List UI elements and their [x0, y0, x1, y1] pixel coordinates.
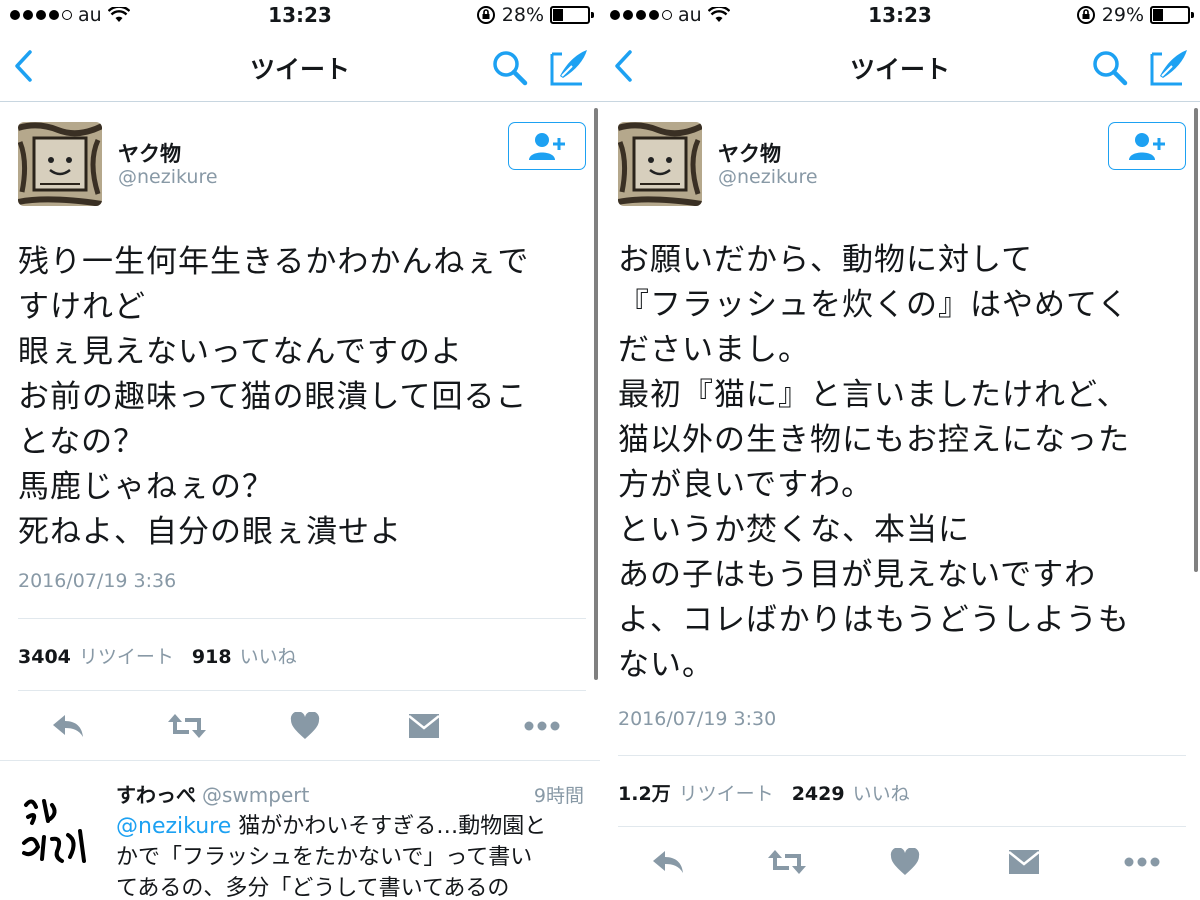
tweet-line: 最初『猫に』と言いましたけれど、 [618, 377, 1129, 413]
author-name: ヤク物 [118, 142, 181, 166]
dm-button[interactable] [996, 842, 1052, 882]
tweet-line: 方が良いですわ。 [618, 467, 874, 503]
reply-time: 9時間 [533, 785, 584, 807]
reply-button[interactable] [40, 706, 96, 746]
divider [618, 755, 1186, 756]
tweet-actions [40, 706, 570, 746]
status-bar: au 13:23 28% [0, 0, 600, 30]
reply-tweet[interactable]: すわっぺ @swmpert 9時間 @nezikure 猫がかわいそすぎる…動物園… [0, 765, 600, 900]
retweet-count: 3404 [18, 646, 71, 668]
tweet-line: ださいまし。 [618, 332, 810, 368]
divider [18, 618, 586, 619]
tweet-line: お願いだから、動物に対して [618, 242, 1034, 278]
tweet-text: 残り一生何年生きるかわかんねぇで すけれど 眼ぇ見えないってなんですのよ お前の… [18, 240, 529, 555]
tweet-line: すけれど [18, 289, 146, 325]
more-icon [524, 721, 560, 731]
author-name: ヤク物 [718, 142, 781, 166]
reply-author-name: すわっぺ [116, 783, 196, 807]
more-button[interactable] [514, 706, 570, 746]
battery-icon [1150, 6, 1194, 24]
tweet-line: 『フラッシュを炊くの』はやめてく [618, 287, 1130, 323]
tweet-timestamp: 2016/07/19 3:30 [618, 708, 777, 730]
tweet-stats[interactable]: 1.2万 リツイート 2429 いいね [618, 779, 920, 806]
reply-text: @nezikure 猫がかわいそすぎる…動物園と かで「フラッシュをたかないで」… [116, 811, 586, 900]
reply-author: すわっぺ @swmpert [116, 779, 309, 808]
search-icon[interactable] [1090, 48, 1130, 88]
avatar[interactable] [18, 122, 102, 206]
compose-icon[interactable] [548, 46, 590, 88]
like-count: 2429 [791, 783, 845, 805]
rotation-lock-icon [1076, 6, 1095, 24]
nav-bar: ツイート [600, 30, 1200, 102]
add-user-icon [1129, 133, 1165, 160]
tweet-header: ヤク物 @nezikure [618, 120, 1186, 210]
like-label: いいね [852, 783, 910, 805]
divider [18, 690, 586, 691]
retweet-count: 1.2万 [618, 783, 671, 805]
reply-icon [653, 851, 683, 873]
divider [0, 760, 600, 761]
reply-line: かで「フラッシュをたかないで」って書い [116, 845, 533, 870]
tweet-stats[interactable]: 3404 リツイート 918 いいね [18, 642, 307, 669]
dm-button[interactable] [396, 706, 452, 746]
retweet-button[interactable] [759, 842, 815, 882]
tweet-timestamp: 2016/07/19 3:36 [18, 570, 177, 592]
tweet-text: お願いだから、動物に対して 『フラッシュを炊くの』はやめてく ださいまし。 最初… [618, 238, 1130, 688]
tweet-screen-left: au 13:23 28% ツイート ヤク物 @nezikure 残り一生何年生き… [0, 0, 600, 900]
tweet-line: あの子はもう目が見えないですわ [618, 557, 1097, 593]
tweet-line: ない。 [618, 647, 714, 683]
scrollbar[interactable] [594, 108, 598, 680]
divider [618, 826, 1186, 827]
reply-button[interactable] [640, 842, 696, 882]
more-button[interactable] [1114, 842, 1170, 882]
follow-button[interactable] [1108, 122, 1186, 170]
tweet-line: 残り一生何年生きるかわかんねぇで [18, 244, 530, 280]
rotation-lock-icon [476, 6, 495, 24]
tweet-line: よ、コレばかりはもうどうしようも [618, 602, 1130, 638]
author-handle: @nezikure [118, 166, 218, 188]
retweet-icon [167, 714, 206, 738]
retweet-icon [767, 850, 806, 874]
battery-percent: 28% [501, 4, 544, 26]
tweet-line: 猫以外の生き物にもお控えになった [618, 422, 1130, 458]
tweet-actions [640, 842, 1170, 882]
retweet-button[interactable] [159, 706, 215, 746]
add-user-icon [529, 133, 565, 160]
tweet-line: 死ねよ、自分の眼ぇ潰せよ [18, 514, 402, 550]
tweet-line: 馬鹿じゃねぇの？ [18, 469, 274, 505]
follow-button[interactable] [508, 122, 586, 170]
nav-bar: ツイート [0, 30, 600, 102]
retweet-label: リツイート [678, 783, 774, 805]
author-handle: @nezikure [718, 166, 818, 188]
tweet-line: というか焚くな、本当に [618, 512, 970, 548]
tweet-screen-right: au 13:23 29% ツイート ヤク物 @nezikure お願いだから、動… [600, 0, 1200, 900]
like-label: いいね [239, 646, 297, 668]
avatar[interactable] [618, 122, 702, 206]
reply-line: 猫がかわいそすぎる…動物園と [231, 814, 547, 839]
envelope-icon [1007, 850, 1040, 874]
reply-author-handle: @swmpert [202, 783, 310, 807]
battery-icon [550, 6, 594, 24]
like-count: 918 [191, 646, 232, 668]
like-button[interactable] [277, 706, 333, 746]
reply-line: てあるの、多分「どうして書いてあるの [116, 876, 510, 900]
status-bar: au 13:23 29% [600, 0, 1200, 30]
envelope-icon [407, 714, 440, 738]
reply-icon [53, 715, 83, 737]
more-icon [1124, 857, 1160, 867]
battery-percent: 29% [1101, 4, 1144, 26]
tweet-line: 眼ぇ見えないってなんですのよ [18, 334, 463, 370]
reply-avatar[interactable] [18, 787, 102, 871]
tweet-header: ヤク物 @nezikure [18, 120, 586, 210]
tweet-line: お前の趣味って猫の眼潰して回るこ [18, 379, 528, 415]
heart-icon [890, 848, 920, 875]
retweet-label: リツイート [78, 646, 174, 668]
compose-icon[interactable] [1148, 46, 1190, 88]
like-button[interactable] [877, 842, 933, 882]
tweet-line: となの？ [18, 424, 146, 460]
scrollbar[interactable] [1194, 108, 1198, 572]
reply-mention[interactable]: @nezikure [116, 814, 231, 839]
heart-icon [290, 712, 320, 739]
search-icon[interactable] [490, 48, 530, 88]
